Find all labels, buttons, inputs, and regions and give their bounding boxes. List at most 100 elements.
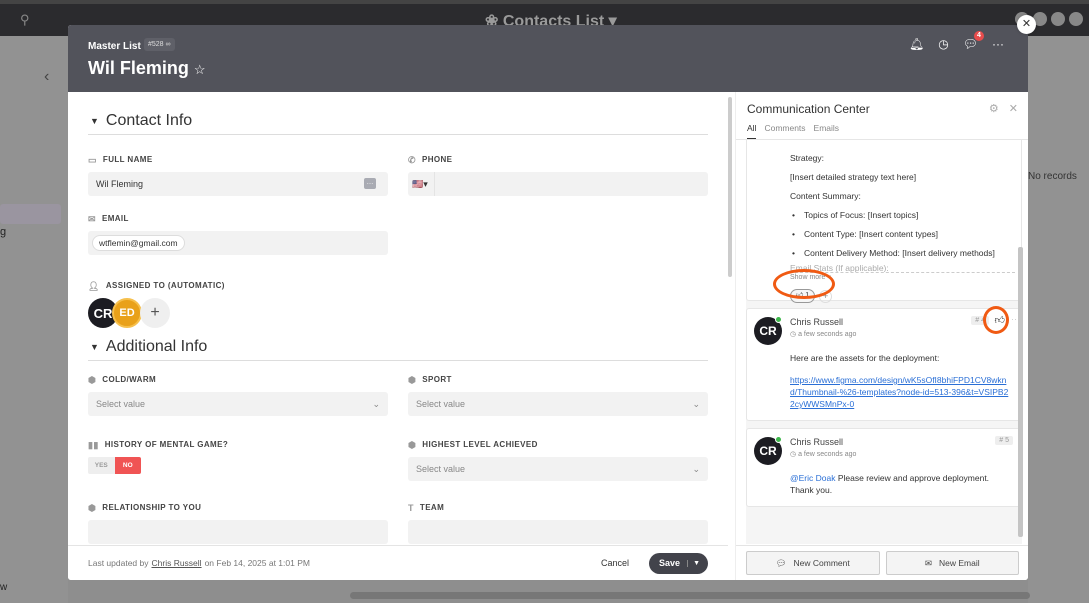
link-icon: ∞ — [165, 41, 171, 48]
caret-down-icon: ▼ — [90, 116, 99, 126]
field-label: FULL NAME — [102, 155, 153, 164]
email-icon: ✉ — [88, 214, 96, 224]
clock-icon[interactable]: ◷ — [938, 37, 948, 51]
bell-icon[interactable]: 🔔︎ — [909, 37, 924, 51]
section-contact-info[interactable]: ▼ Contact Info — [88, 92, 708, 135]
close-icon[interactable]: ✕ — [1009, 102, 1018, 115]
team-input[interactable] — [408, 520, 708, 544]
us-flag-country-select[interactable]: 🇺🇸▾ — [412, 172, 435, 196]
search-icon[interactable]: ⚲ — [20, 12, 30, 28]
cold-warm-select[interactable]: Select value ⌄ — [88, 392, 388, 416]
chevron-down-icon: ⌄ — [692, 463, 700, 474]
comment-item: CR Chris Russell ◷ a few seconds ago # 5… — [746, 428, 1022, 507]
email-chip[interactable]: wtflemin@gmail.com — [92, 235, 185, 251]
user-icon: 👤︎ — [88, 281, 100, 291]
button-label: New Comment — [793, 558, 850, 568]
save-options-caret-icon[interactable]: ▼ — [687, 559, 700, 567]
comment-text: Here are the assets for the deployment: — [790, 353, 940, 363]
field-label: COLD/WARM — [102, 375, 157, 384]
field-label: EMAIL — [101, 214, 129, 223]
sport-select[interactable]: Select value ⌄ — [408, 392, 708, 416]
tab-comments[interactable]: Comments — [764, 123, 805, 140]
form-scrollbar[interactable] — [728, 97, 732, 277]
record-form: ▼ Contact Info ▭ FULL NAME Wil Fleming … ✆ P… — [68, 92, 728, 545]
save-button[interactable]: Save ▼ — [649, 552, 708, 574]
star-icon[interactable]: ☆ — [194, 62, 206, 77]
text-field-icon: T — [408, 503, 414, 513]
field-label: SPORT — [422, 375, 452, 384]
dropdown-field-icon: ⬢ — [88, 375, 97, 385]
record-id-badge[interactable]: #528 ∞ — [144, 38, 175, 51]
tab-emails[interactable]: Emails — [814, 123, 840, 140]
avatar[interactable]: ED — [112, 298, 142, 328]
add-assignee-button[interactable]: + — [140, 298, 170, 328]
field-options-icon[interactable]: … — [364, 178, 376, 189]
toggle-no[interactable]: NO — [114, 457, 141, 474]
phone-input[interactable]: 🇺🇸▾ — [408, 172, 708, 196]
relationship-select[interactable] — [88, 520, 388, 544]
phone-icon: ✆ — [408, 155, 416, 165]
field-label: HIGHEST LEVEL ACHIEVED — [422, 440, 538, 449]
last-updated-date: on Feb 14, 2025 at 1:01 PM — [204, 558, 310, 568]
dropdown-field-icon: ⬢ — [408, 375, 417, 385]
comment-number: # 5 — [995, 436, 1013, 445]
new-email-button[interactable]: ✉ New Email — [885, 551, 1019, 575]
horizontal-scrollbar[interactable] — [350, 592, 1030, 599]
close-modal-button[interactable]: ✕ — [1017, 15, 1036, 34]
record-title-text: Wil Fleming — [88, 58, 189, 78]
tab-all[interactable]: All — [747, 123, 757, 140]
background-footer-text: w — [0, 582, 8, 593]
comment-time: a few seconds ago — [798, 451, 857, 458]
full-name-value: Wil Fleming — [96, 179, 144, 189]
bullet-item: Content Type: [Insert content types] — [790, 225, 1021, 244]
notifications-icon[interactable] — [1069, 12, 1083, 26]
record-modal: Master List #528 ∞ Wil Fleming ☆ 🔔︎ ◷ 💬︎ 4… — [68, 25, 1028, 580]
highest-level-select[interactable]: Select value ⌄ — [408, 457, 708, 481]
mention-link[interactable]: @Eric Doak — [790, 473, 835, 483]
activity-feed: Strategy: [Insert detailed strategy text… — [746, 140, 1022, 544]
section-title: Additional Info — [105, 338, 208, 355]
field-full-name: ▭ FULL NAME Wil Fleming … — [88, 155, 388, 196]
header-actions: 🔔︎ ◷ 💬︎ 4 ··· — [909, 31, 1004, 51]
figma-link[interactable]: https://www.figma.com/design/wK5sOfI8bhi… — [790, 374, 1011, 410]
collapse-chevron-icon[interactable]: ‹ — [44, 68, 49, 86]
field-assigned-to: 👤︎ ASSIGNED TO (AUTOMATIC) CR ED + — [88, 281, 388, 328]
feed-scrollbar[interactable] — [1018, 247, 1023, 537]
more-icon[interactable]: ··· — [992, 37, 1004, 51]
field-team: T TEAM — [408, 503, 708, 544]
annotation-circle — [983, 306, 1009, 334]
field-sport: ⬢ SPORT Select value ⌄ — [408, 375, 708, 416]
select-placeholder: Select value — [416, 399, 466, 409]
gear-icon[interactable]: ⚙ — [989, 102, 999, 115]
panel-title: Communication Center — [747, 102, 870, 116]
annotation-circle — [773, 269, 835, 299]
check-icon[interactable] — [1051, 12, 1065, 26]
chevron-down-icon: ⌄ — [372, 398, 380, 409]
background-selected-item — [0, 204, 61, 224]
email-input[interactable]: wtflemin@gmail.com — [88, 231, 388, 255]
field-label: ASSIGNED TO (AUTOMATIC) — [105, 281, 225, 290]
messages-icon[interactable]: 💬︎ 4 — [963, 31, 984, 51]
last-updated-user-link[interactable]: Chris Russell — [152, 558, 202, 568]
section-additional-info[interactable]: ▼ Additional Info — [88, 328, 708, 361]
record-id: #528 — [148, 41, 164, 48]
messages-badge: 4 — [974, 31, 984, 41]
dropdown-field-icon: ⬢ — [88, 503, 97, 513]
new-comment-button[interactable]: 💬︎ New Comment — [746, 551, 880, 575]
yes-no-toggle[interactable]: YES NO — [88, 457, 141, 474]
button-label: New Email — [939, 558, 980, 568]
field-relationship: ⬢ RELATIONSHIP TO YOU — [88, 503, 388, 544]
more-icon[interactable]: ·· — [1011, 314, 1017, 324]
cancel-button[interactable]: Cancel — [601, 558, 629, 568]
toggle-yes[interactable]: YES — [88, 457, 115, 474]
full-name-input[interactable]: Wil Fleming … — [88, 172, 388, 196]
field-label: PHONE — [421, 155, 453, 164]
field-cold-warm: ⬢ COLD/WARM Select value ⌄ — [88, 375, 388, 416]
name-card-icon: ▭ — [88, 155, 97, 165]
record-title: Wil Fleming ☆ — [88, 58, 206, 79]
online-status-dot — [775, 316, 782, 323]
list-name[interactable]: Master List — [88, 41, 141, 52]
online-status-dot — [775, 436, 782, 443]
field-email: ✉ EMAIL wtflemin@gmail.com — [88, 214, 388, 255]
background-list: No records — [1028, 36, 1089, 603]
